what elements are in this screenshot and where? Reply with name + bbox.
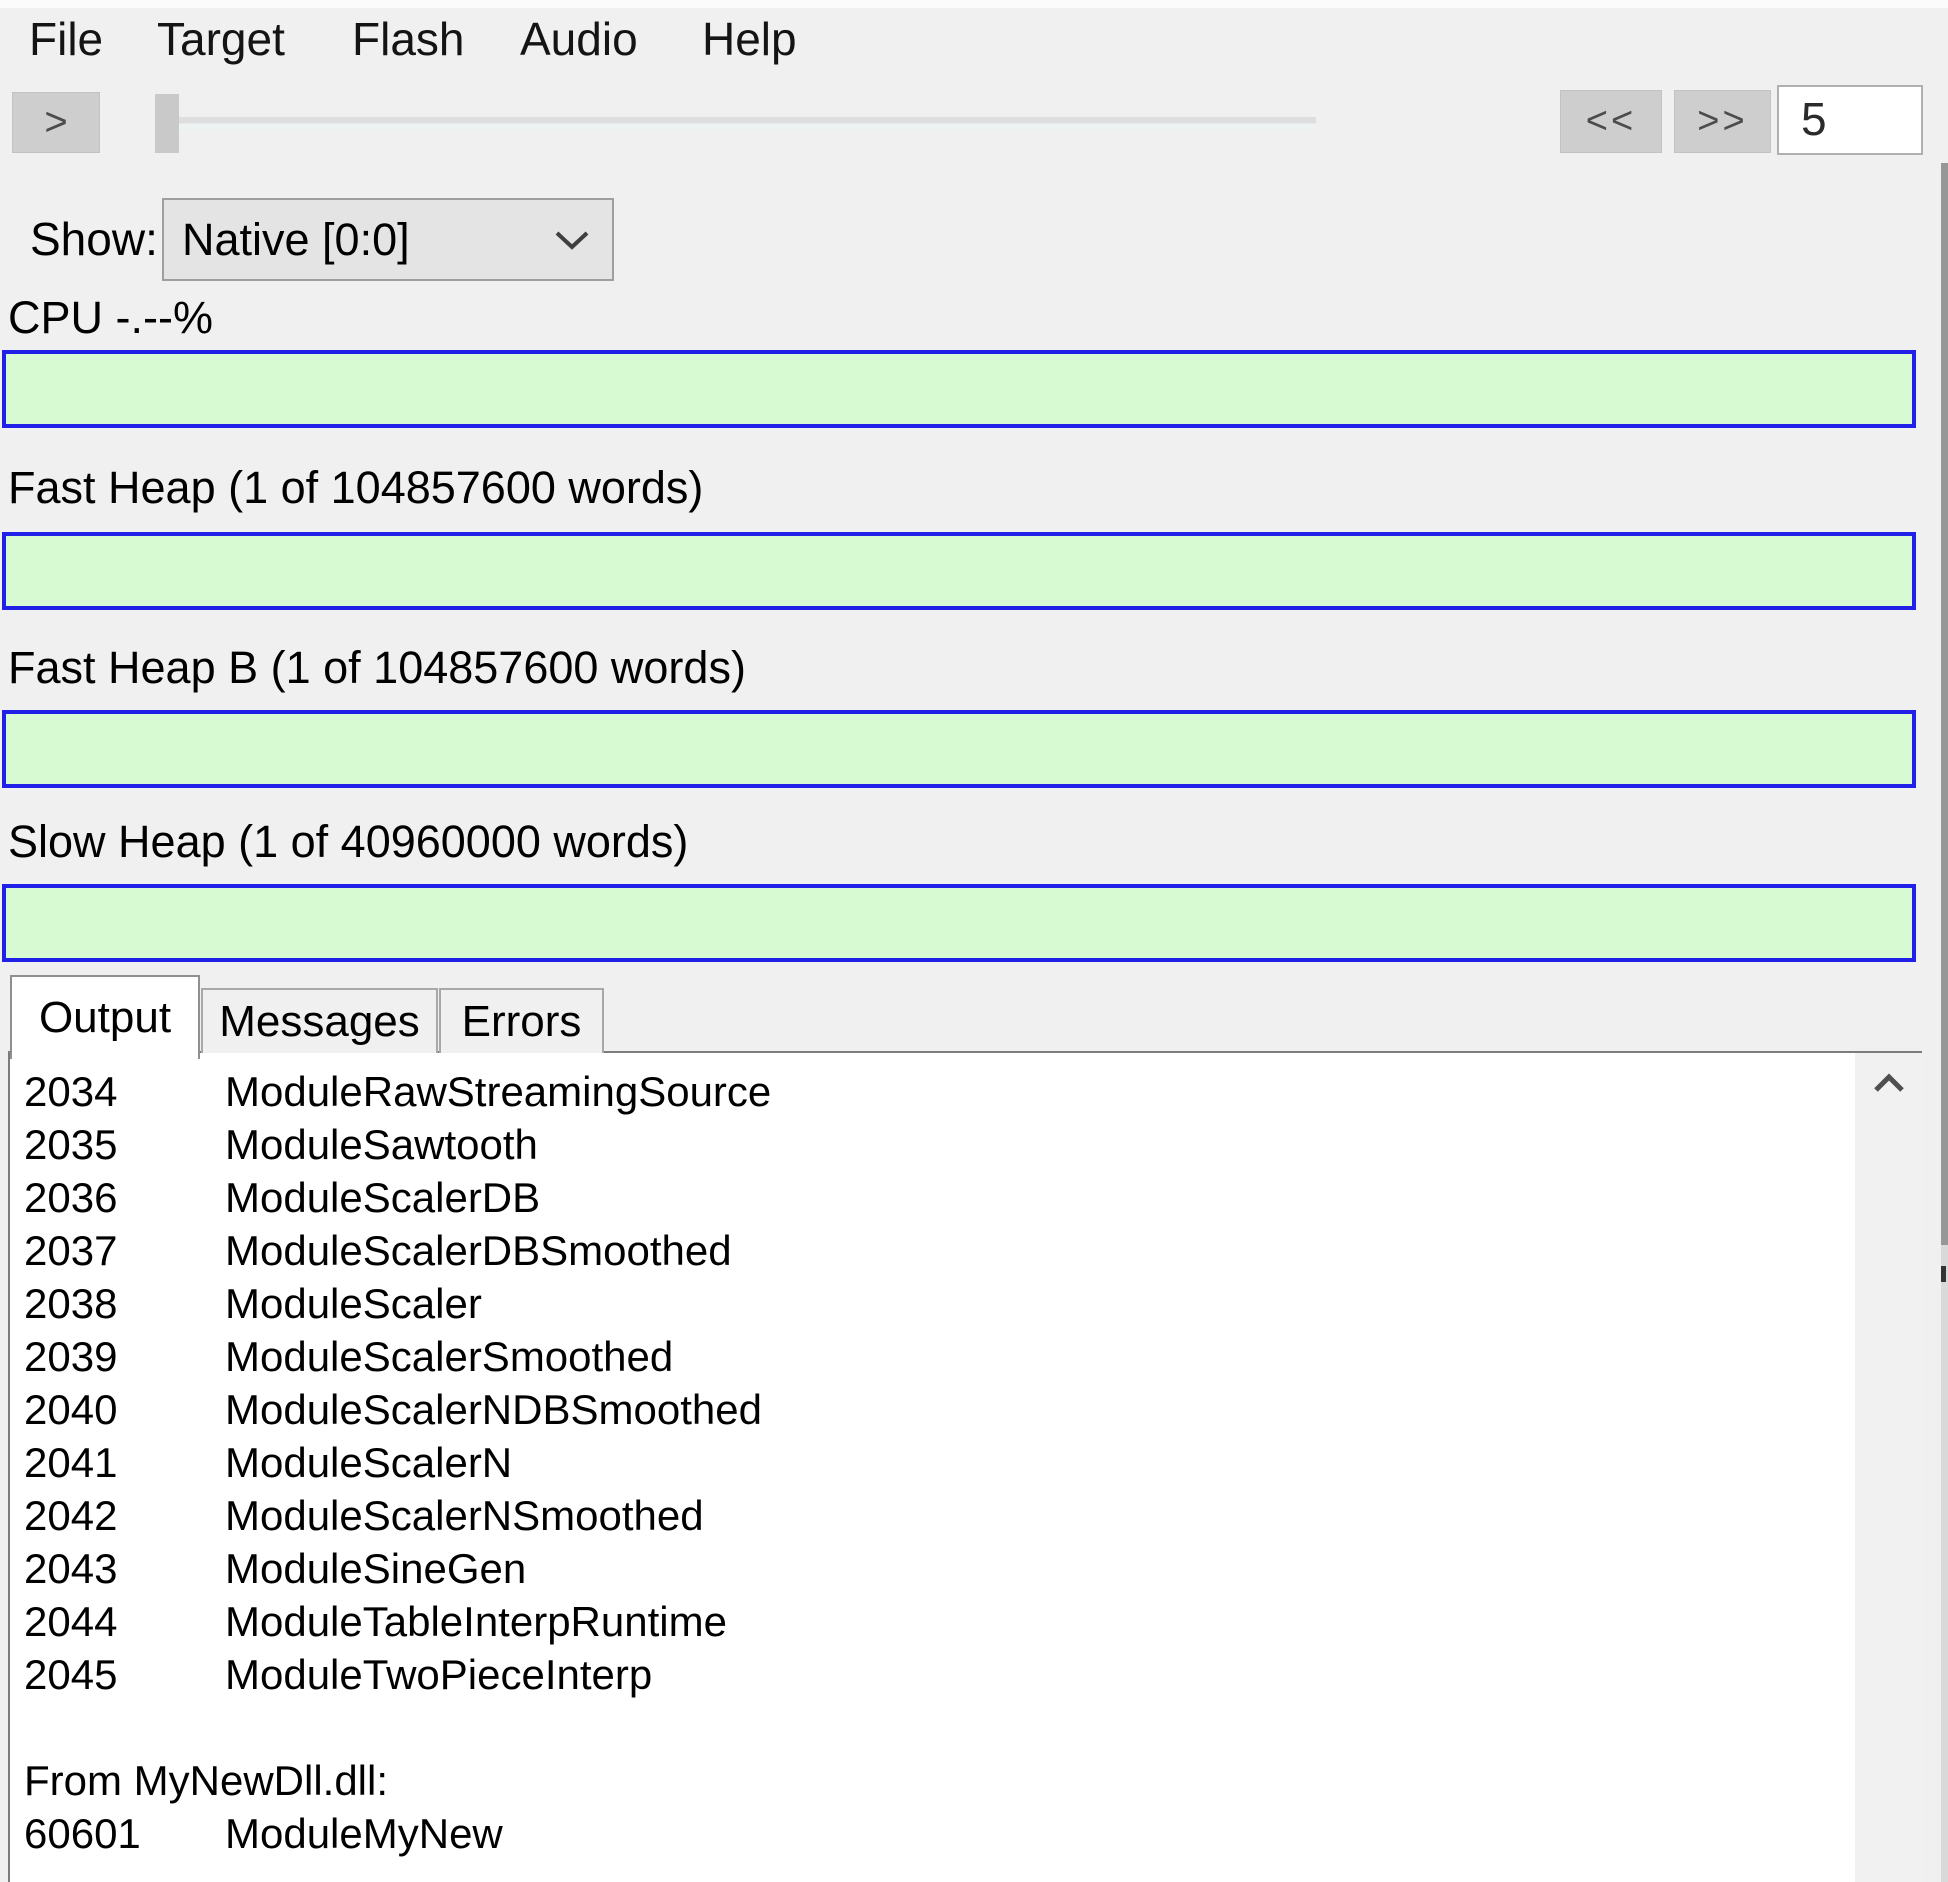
log-line-text: ModuleScalerDB <box>225 1171 540 1224</box>
log-line: 2044 ModuleTableInterpRuntime <box>24 1595 1855 1648</box>
menu-item[interactable]: Flash <box>352 12 464 66</box>
log-line-id: 2042 <box>24 1489 225 1542</box>
menu-item[interactable]: Target <box>157 12 285 66</box>
meter-label: Fast Heap B (1 of 104857600 words) <box>8 642 746 694</box>
position-slider-thumb[interactable] <box>155 94 179 153</box>
show-label: Show: <box>30 212 158 266</box>
window-scrollbar-mark <box>1941 1266 1946 1282</box>
tab[interactable]: Output <box>10 975 200 1059</box>
step-forward-button[interactable]: >> <box>1674 90 1771 153</box>
log-line-text: ModuleMyNew <box>225 1807 503 1860</box>
run-button[interactable]: > <box>12 92 100 153</box>
meter-label: Fast Heap (1 of 104857600 words) <box>8 462 703 514</box>
log-line-id: 2034 <box>24 1065 225 1118</box>
window-scrollbar-thumb[interactable] <box>1941 163 1948 1245</box>
log-line: 2038 ModuleScaler <box>24 1277 1855 1330</box>
log-line: From MyNewDll.dll: <box>24 1754 1855 1807</box>
meter-bar <box>2 532 1916 610</box>
meter-label: Slow Heap (1 of 40960000 words) <box>8 816 688 868</box>
output-scrollbar[interactable] <box>1855 1053 1922 1882</box>
log-line-id: 2039 <box>24 1330 225 1383</box>
log-line-text: ModuleScalerN <box>225 1436 512 1489</box>
log-line-id: 2038 <box>24 1277 225 1330</box>
menu-item[interactable]: Audio <box>520 12 638 66</box>
meter-label: CPU -.--% <box>8 292 213 344</box>
meter-bar <box>2 350 1916 428</box>
double-chevron-left-icon: << <box>1586 100 1636 143</box>
tab[interactable]: Errors <box>439 988 604 1053</box>
log-line: 2042 ModuleScalerNSmoothed <box>24 1489 1855 1542</box>
log-line <box>24 1701 1855 1754</box>
log-line-text: ModuleScalerDBSmoothed <box>225 1224 732 1277</box>
log-line-id <box>24 1701 225 1754</box>
log-line-id: 2041 <box>24 1436 225 1489</box>
log-line: 60601 ModuleMyNew <box>24 1807 1855 1860</box>
menu-item[interactable]: File <box>29 12 103 66</box>
chevron-up-icon <box>1873 1073 1905 1098</box>
log-line-id: 2035 <box>24 1118 225 1171</box>
log-line-text: ModuleTableInterpRuntime <box>225 1595 727 1648</box>
show-select[interactable]: Native [0:0] <box>162 198 614 281</box>
log-line-id: 2036 <box>24 1171 225 1224</box>
window-top-edge <box>0 0 1948 8</box>
log-line-text: ModuleScalerNDBSmoothed <box>225 1383 762 1436</box>
log-line-text: ModuleScaler <box>225 1277 482 1330</box>
step-back-button[interactable]: << <box>1560 90 1662 153</box>
play-icon: > <box>44 100 67 145</box>
log-line-text: ModuleScalerNSmoothed <box>225 1489 704 1542</box>
log-line-text: ModuleRawStreamingSource <box>225 1065 771 1118</box>
log-line: 2041 ModuleScalerN <box>24 1436 1855 1489</box>
menu-bar: File Target Flash Audio Help <box>0 12 1948 64</box>
log-line: 2036 ModuleScalerDB <box>24 1171 1855 1224</box>
log-line-text: ModuleTwoPieceInterp <box>225 1648 652 1701</box>
log-line-id: 2043 <box>24 1542 225 1595</box>
scroll-up-button[interactable] <box>1855 1055 1922 1115</box>
log-line-id: 60601 <box>24 1807 225 1860</box>
position-slider-track[interactable] <box>168 117 1316 130</box>
output-log: 2034 ModuleRawStreamingSource 2035 Modul… <box>10 1053 1855 1882</box>
log-line: 2040 ModuleScalerNDBSmoothed <box>24 1383 1855 1436</box>
menu-item[interactable]: Help <box>702 12 797 66</box>
window-scrollbar[interactable] <box>1941 163 1948 1882</box>
log-line-text: ModuleSawtooth <box>225 1118 538 1171</box>
output-panel: 2034 ModuleRawStreamingSource 2035 Modul… <box>8 1051 1922 1882</box>
log-line-text: ModuleScalerSmoothed <box>225 1330 673 1383</box>
log-line-id: 2044 <box>24 1595 225 1648</box>
log-line-text: ModuleSineGen <box>225 1542 526 1595</box>
tab[interactable]: Messages <box>201 988 438 1053</box>
double-chevron-right-icon: >> <box>1697 100 1747 143</box>
log-line: 2034 ModuleRawStreamingSource <box>24 1065 1855 1118</box>
log-line-id: 2040 <box>24 1383 225 1436</box>
log-line: 2043 ModuleSineGen <box>24 1542 1855 1595</box>
step-count-input[interactable] <box>1777 85 1923 155</box>
log-line-id: 2037 <box>24 1224 225 1277</box>
meter-bar <box>2 884 1916 962</box>
chevron-down-icon <box>554 228 590 252</box>
show-selected-value: Native [0:0] <box>182 214 410 266</box>
meter-bar <box>2 710 1916 788</box>
log-line: 2037 ModuleScalerDBSmoothed <box>24 1224 1855 1277</box>
log-line-id: 2045 <box>24 1648 225 1701</box>
log-line: 2039 ModuleScalerSmoothed <box>24 1330 1855 1383</box>
log-line: 2035 ModuleSawtooth <box>24 1118 1855 1171</box>
log-line: 2045 ModuleTwoPieceInterp <box>24 1648 1855 1701</box>
log-line-id: From MyNewDll.dll: <box>24 1754 225 1807</box>
